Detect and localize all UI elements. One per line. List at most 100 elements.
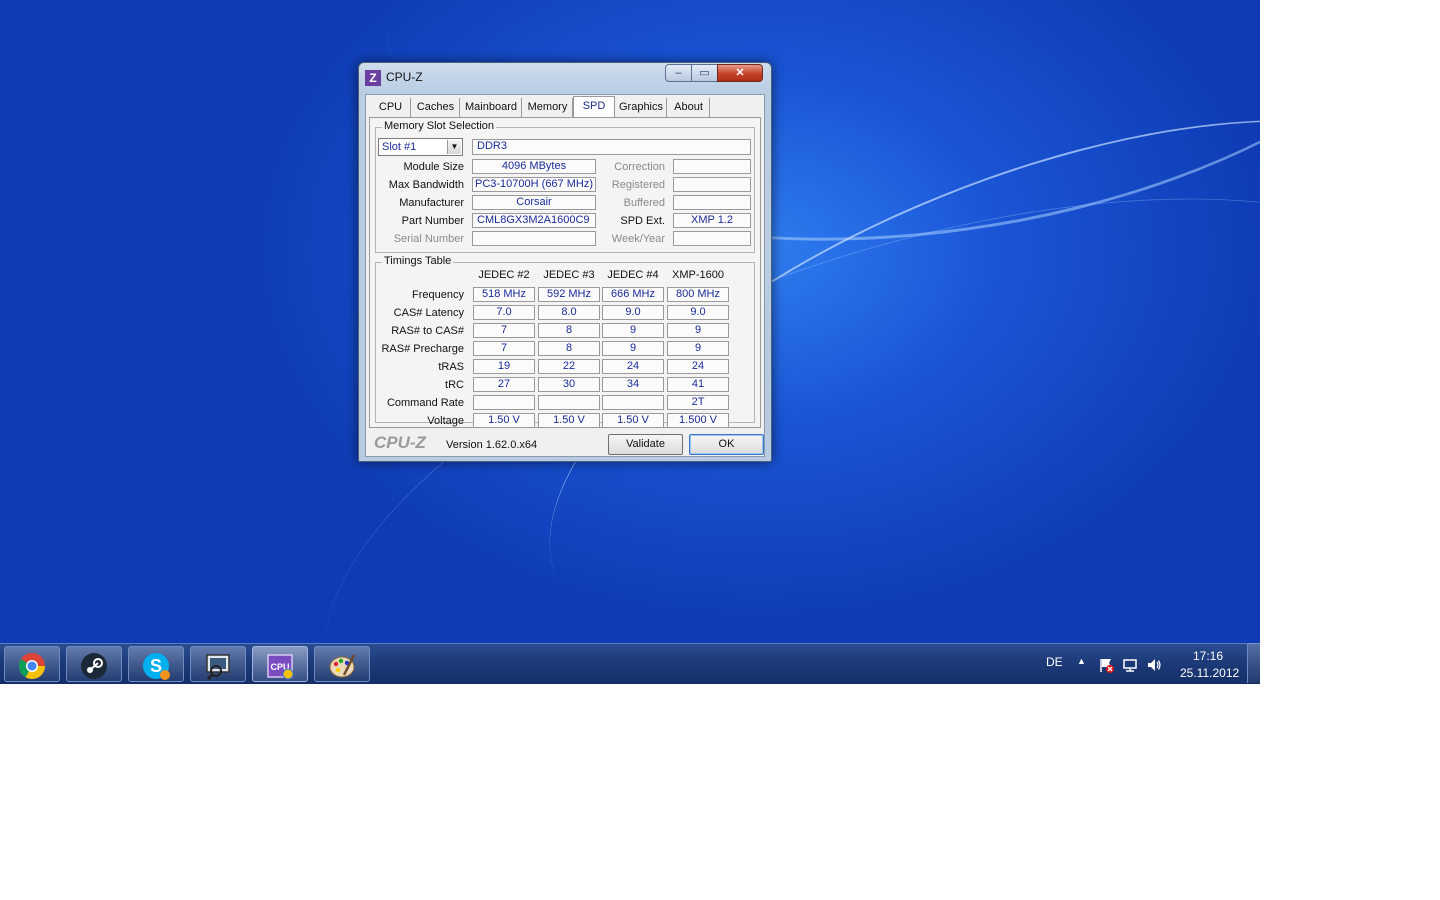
module-size-label: Module Size: [403, 161, 464, 173]
timings-cell: 9.0: [602, 305, 664, 320]
paint-icon: [329, 654, 356, 678]
network-icon[interactable]: [1122, 657, 1138, 673]
timings-column-header: XMP-1600: [672, 269, 724, 281]
chevron-down-icon[interactable]: ▼: [447, 140, 461, 154]
spd-ext-value: XMP 1.2: [673, 213, 751, 228]
taskbar: S CPU DE ▲ 17:16 25.11.2012: [0, 643, 1260, 684]
timings-row-label: Command Rate: [386, 397, 464, 409]
validate-button[interactable]: Validate: [608, 434, 683, 455]
monitor-tool-icon: [206, 654, 230, 681]
spd-tab-panel: Memory Slot Selection Slot #1 ▼ DDR3 Mod…: [369, 117, 761, 428]
spd-ext-label: SPD Ext.: [620, 215, 665, 227]
close-button[interactable]: ✕: [717, 64, 763, 82]
window-title: CPU-Z: [386, 70, 423, 84]
maximize-button[interactable]: ▭: [691, 64, 718, 82]
slot-dropdown[interactable]: Slot #1 ▼: [378, 138, 463, 156]
timings-cell: 800 MHz: [667, 287, 729, 302]
week-year-label: Week/Year: [611, 233, 665, 245]
cpu-z-app-icon: Z: [365, 70, 381, 86]
taskbar-steam-button[interactable]: [66, 646, 122, 682]
timings-cell: 24: [602, 359, 664, 374]
timings-row-label: tRAS: [438, 361, 464, 373]
cpu-z-logo: CPU-Z: [374, 433, 426, 452]
tab-about[interactable]: About: [668, 98, 710, 117]
timings-cell: 8: [538, 323, 600, 338]
manufacturer-label: Manufacturer: [399, 197, 464, 209]
timings-cell: 9: [602, 341, 664, 356]
timings-cell: [602, 395, 664, 410]
timings-cell: 8.0: [538, 305, 600, 320]
timings-cell: 34: [602, 377, 664, 392]
timings-column-header: JEDEC #3: [543, 269, 595, 281]
max-bandwidth-label: Max Bandwidth: [388, 179, 464, 191]
timings-table-title: Timings Table: [382, 255, 454, 267]
language-indicator[interactable]: DE: [1046, 655, 1063, 669]
buffered-value: [673, 195, 751, 210]
timings-cell: 41: [667, 377, 729, 392]
module-size-value: 4096 MBytes: [472, 159, 596, 174]
timings-cell: 7: [473, 323, 535, 338]
timings-cell: 592 MHz: [538, 287, 600, 302]
timings-row-label: Voltage: [427, 415, 464, 427]
timings-cell: 9: [602, 323, 664, 338]
chrome-icon: [18, 653, 46, 680]
tab-graphics[interactable]: Graphics: [616, 98, 667, 117]
timings-cell: 9.0: [667, 305, 729, 320]
clock-date[interactable]: 25.11.2012: [1180, 666, 1239, 680]
timings-cell: 30: [538, 377, 600, 392]
timings-cell: 1.50 V: [602, 413, 664, 428]
memory-slot-group-title: Memory Slot Selection: [382, 120, 497, 132]
timings-cell: [473, 395, 535, 410]
registered-label: Registered: [611, 179, 665, 191]
timings-cell: 1.50 V: [538, 413, 600, 428]
timings-cell: 22: [538, 359, 600, 374]
window-client-area: CPU Caches Mainboard Memory SPD Graphics…: [365, 94, 765, 457]
action-center-flag-icon[interactable]: [1098, 657, 1114, 673]
part-number-label: Part Number: [401, 215, 464, 227]
buffered-label: Buffered: [623, 197, 665, 209]
max-bandwidth-value: PC3-10700H (667 MHz): [472, 177, 596, 192]
correction-value: [673, 159, 751, 174]
tab-memory[interactable]: Memory: [523, 98, 573, 117]
minimize-button[interactable]: –: [665, 64, 692, 82]
timings-cell: 24: [667, 359, 729, 374]
tab-cpu[interactable]: CPU: [371, 98, 411, 117]
volume-icon[interactable]: [1146, 657, 1162, 673]
timings-cell: 9: [667, 323, 729, 338]
timings-cell: 9: [667, 341, 729, 356]
tab-mainboard[interactable]: Mainboard: [461, 98, 522, 117]
timings-cell: 2T: [667, 395, 729, 410]
timings-cell: 8: [538, 341, 600, 356]
manufacturer-value: Corsair: [472, 195, 596, 210]
serial-number-label: Serial Number: [393, 233, 464, 245]
timings-cell: 1.50 V: [473, 413, 535, 428]
tab-spd[interactable]: SPD: [573, 96, 615, 118]
memory-type-field: DDR3: [472, 139, 751, 155]
taskbar-cpu-z-button[interactable]: CPU: [252, 646, 308, 682]
clock-time[interactable]: 17:16: [1193, 649, 1223, 663]
ok-button[interactable]: OK: [689, 434, 764, 455]
timings-cell: 1.500 V: [667, 413, 729, 428]
tab-caches[interactable]: Caches: [412, 98, 460, 117]
timings-cell: 666 MHz: [602, 287, 664, 302]
timings-cell: [538, 395, 600, 410]
taskbar-monitor-tool-button[interactable]: [190, 646, 246, 682]
show-desktop-button[interactable]: [1247, 643, 1261, 683]
cpu-z-window[interactable]: Z CPU-Z – ▭ ✕ CPU Caches Mainboard Memor…: [358, 62, 772, 462]
timings-column-header: JEDEC #4: [607, 269, 659, 281]
timings-row-label: Frequency: [412, 289, 464, 301]
timings-cell: 518 MHz: [473, 287, 535, 302]
timings-cell: 7.0: [473, 305, 535, 320]
timings-row-label: RAS# Precharge: [381, 343, 464, 355]
taskbar-skype-button[interactable]: S: [128, 646, 184, 682]
timings-column-header: JEDEC #2: [478, 269, 530, 281]
registered-value: [673, 177, 751, 192]
timings-row-label: tRC: [445, 379, 464, 391]
show-hidden-icons-button[interactable]: ▲: [1077, 656, 1086, 666]
taskbar-paint-button[interactable]: [314, 646, 370, 682]
week-year-value: [673, 231, 751, 246]
timings-table-group: Timings Table JEDEC #2 JEDEC #3 JEDEC #4 XM…: [375, 255, 755, 428]
timings-row-label: CAS# Latency: [393, 307, 464, 319]
taskbar-chrome-button[interactable]: [4, 646, 60, 682]
serial-number-value: [472, 231, 596, 246]
